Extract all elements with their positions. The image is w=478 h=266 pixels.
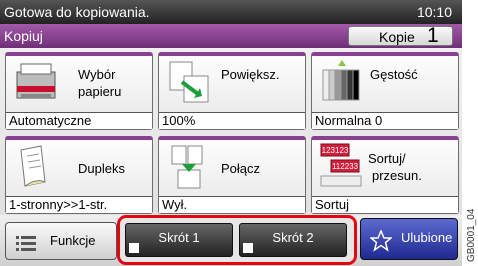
copy-panel: Gotowa do kopiowania. 10:10 Kopiuj Kopie… bbox=[0, 0, 462, 266]
combine-label: Połącz bbox=[221, 161, 261, 176]
zoom-value: 100% bbox=[159, 112, 305, 129]
shortcut-2-label: Skrót 2 bbox=[272, 230, 314, 245]
copies-button[interactable]: Kopie 1 bbox=[348, 24, 453, 47]
duplex-value: 1-stronny>>1-str. bbox=[6, 196, 152, 213]
title-bar: Kopiuj Kopie 1 bbox=[0, 24, 462, 48]
combine-value: Wył. bbox=[159, 196, 305, 213]
duplex-button[interactable]: Dupleks 1-stronny>>1-str. bbox=[5, 136, 153, 214]
density-icon bbox=[322, 60, 360, 101]
paper-selection-value: Automatyczne bbox=[6, 112, 152, 129]
collate-label-line2: przesun. bbox=[372, 168, 422, 183]
shortcut-2-button[interactable]: Skrót 2 bbox=[239, 223, 347, 257]
shortcut-1-label: Skrót 1 bbox=[158, 230, 200, 245]
zoom-label: Powiększ. bbox=[221, 67, 280, 82]
copies-count: 1 bbox=[427, 24, 439, 47]
combine-icon bbox=[171, 145, 203, 189]
collate-icon: 123123 112233 bbox=[320, 143, 362, 187]
paper-selection-label: Wybór bbox=[78, 67, 116, 82]
collate-badge-1: 123123 bbox=[322, 146, 349, 155]
mode-title: Kopiuj bbox=[4, 28, 43, 44]
collate-value: Sortuj bbox=[312, 196, 458, 213]
document-code: GB0001_04 bbox=[466, 208, 477, 262]
collate-badge-2: 112233 bbox=[332, 162, 359, 171]
paper-selection-label-line2: papieru bbox=[78, 84, 122, 99]
bottom-bar: Funkcje Skrót 1 Skrót 2 Ulubione bbox=[0, 215, 462, 266]
shortcut-highlight-frame: Skrót 1 Skrót 2 bbox=[117, 215, 357, 265]
duplex-label: Dupleks bbox=[78, 161, 125, 176]
shortcut-1-button[interactable]: Skrót 1 bbox=[125, 223, 233, 257]
zoom-button[interactable]: Powiększ. 100% bbox=[158, 52, 306, 130]
star-icon bbox=[370, 230, 392, 252]
functions-button[interactable]: Funkcje bbox=[5, 222, 117, 260]
duplex-icon bbox=[20, 145, 46, 187]
paper-selection-button[interactable]: Wybór papieru Automatyczne bbox=[5, 52, 153, 130]
collate-button[interactable]: 123123 112233 Sortuj/ przesun. Sortuj bbox=[311, 136, 459, 214]
favorites-label: Ulubione bbox=[401, 230, 453, 245]
copies-label: Kopie bbox=[379, 29, 415, 45]
density-label: Gęstość bbox=[370, 67, 418, 82]
functions-label: Funkcje bbox=[50, 233, 96, 248]
status-bar: Gotowa do kopiowania. 10:10 bbox=[0, 0, 462, 24]
combine-button[interactable]: Połącz Wył. bbox=[158, 136, 306, 214]
shortcut-arrow-icon bbox=[243, 243, 253, 253]
density-button[interactable]: Gęstość Normalna 0 bbox=[311, 52, 459, 130]
density-value: Normalna 0 bbox=[312, 112, 458, 129]
shortcut-arrow-icon bbox=[129, 243, 139, 253]
status-message: Gotowa do kopiowania. bbox=[4, 4, 150, 20]
menu-list-icon bbox=[16, 236, 36, 251]
collate-label: Sortuj/ bbox=[368, 151, 406, 166]
clock: 10:10 bbox=[416, 4, 452, 20]
favorites-button[interactable]: Ulubione bbox=[360, 218, 458, 260]
zoom-icon bbox=[169, 61, 209, 103]
paper-tray-icon bbox=[16, 63, 56, 99]
